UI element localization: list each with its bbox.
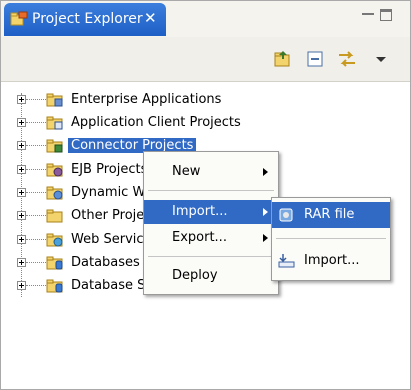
expand-icon[interactable] (17, 235, 26, 244)
menu-separator (148, 190, 274, 191)
tree-item-label: EJB Projects (71, 162, 148, 177)
menu-item-deploy[interactable]: Deploy (144, 264, 278, 288)
web-services-folder-icon (46, 233, 63, 247)
database-folder-icon (46, 256, 63, 270)
ejb-folder-icon (46, 163, 63, 177)
menu-separator (276, 238, 386, 239)
import-icon (278, 254, 295, 268)
expand-icon[interactable] (17, 165, 26, 174)
database-server-folder-icon (46, 279, 63, 293)
rar-file-icon (279, 208, 293, 222)
expand-icon[interactable] (17, 188, 26, 197)
expand-icon[interactable] (17, 118, 26, 127)
submenu-item-rar-file[interactable]: RAR file (272, 202, 390, 228)
expand-icon[interactable] (17, 258, 26, 267)
minimize-icon[interactable] (362, 13, 374, 15)
expand-icon[interactable] (17, 211, 26, 220)
submenu-arrow-icon (263, 168, 268, 176)
window-controls (358, 5, 404, 29)
import-submenu: RAR file Import... (271, 197, 391, 281)
collapse-all-icon[interactable] (305, 49, 325, 69)
tab-label: Project Explorer (32, 11, 143, 27)
expand-icon[interactable] (17, 95, 26, 104)
folder-icon (46, 209, 63, 223)
project-explorer-icon (10, 11, 28, 26)
expand-icon[interactable] (17, 141, 26, 150)
tree-item-label: Databases (71, 255, 140, 270)
tree-item-label: Enterprise Applications (71, 92, 222, 107)
close-icon[interactable]: ✕ (144, 9, 157, 27)
menu-item-import[interactable]: Import... (144, 200, 278, 224)
submenu-arrow-icon (263, 234, 268, 242)
view-menu-icon[interactable] (371, 49, 391, 69)
enterprise-app-folder-icon (46, 93, 63, 107)
tree-item[interactable]: Enterprise Applications (1, 89, 401, 111)
expand-icon[interactable] (17, 281, 26, 290)
menu-separator (148, 256, 274, 257)
submenu-item-import[interactable]: Import... (272, 248, 390, 274)
menu-item-export[interactable]: Export... (144, 226, 278, 250)
project-explorer-tab[interactable]: Project Explorer ✕ (4, 3, 166, 36)
dynamic-web-folder-icon (46, 186, 63, 200)
tree-item[interactable]: Application Client Projects (1, 112, 401, 134)
link-with-editor-icon[interactable] (337, 49, 357, 69)
tree-item-label: Application Client Projects (71, 115, 241, 130)
project-explorer-view: Project Explorer ✕ Enterprise Applicatio… (0, 0, 411, 390)
context-menu: New Import... Export... Deploy (143, 151, 279, 295)
back-to-folder-icon[interactable] (273, 49, 293, 69)
connector-folder-icon (46, 139, 63, 153)
maximize-icon[interactable] (380, 9, 392, 21)
menu-item-new[interactable]: New (144, 160, 278, 184)
submenu-arrow-icon (263, 208, 268, 216)
view-title-bar: Project Explorer ✕ (1, 1, 410, 37)
app-client-folder-icon (46, 116, 63, 130)
view-toolbar (1, 37, 410, 82)
